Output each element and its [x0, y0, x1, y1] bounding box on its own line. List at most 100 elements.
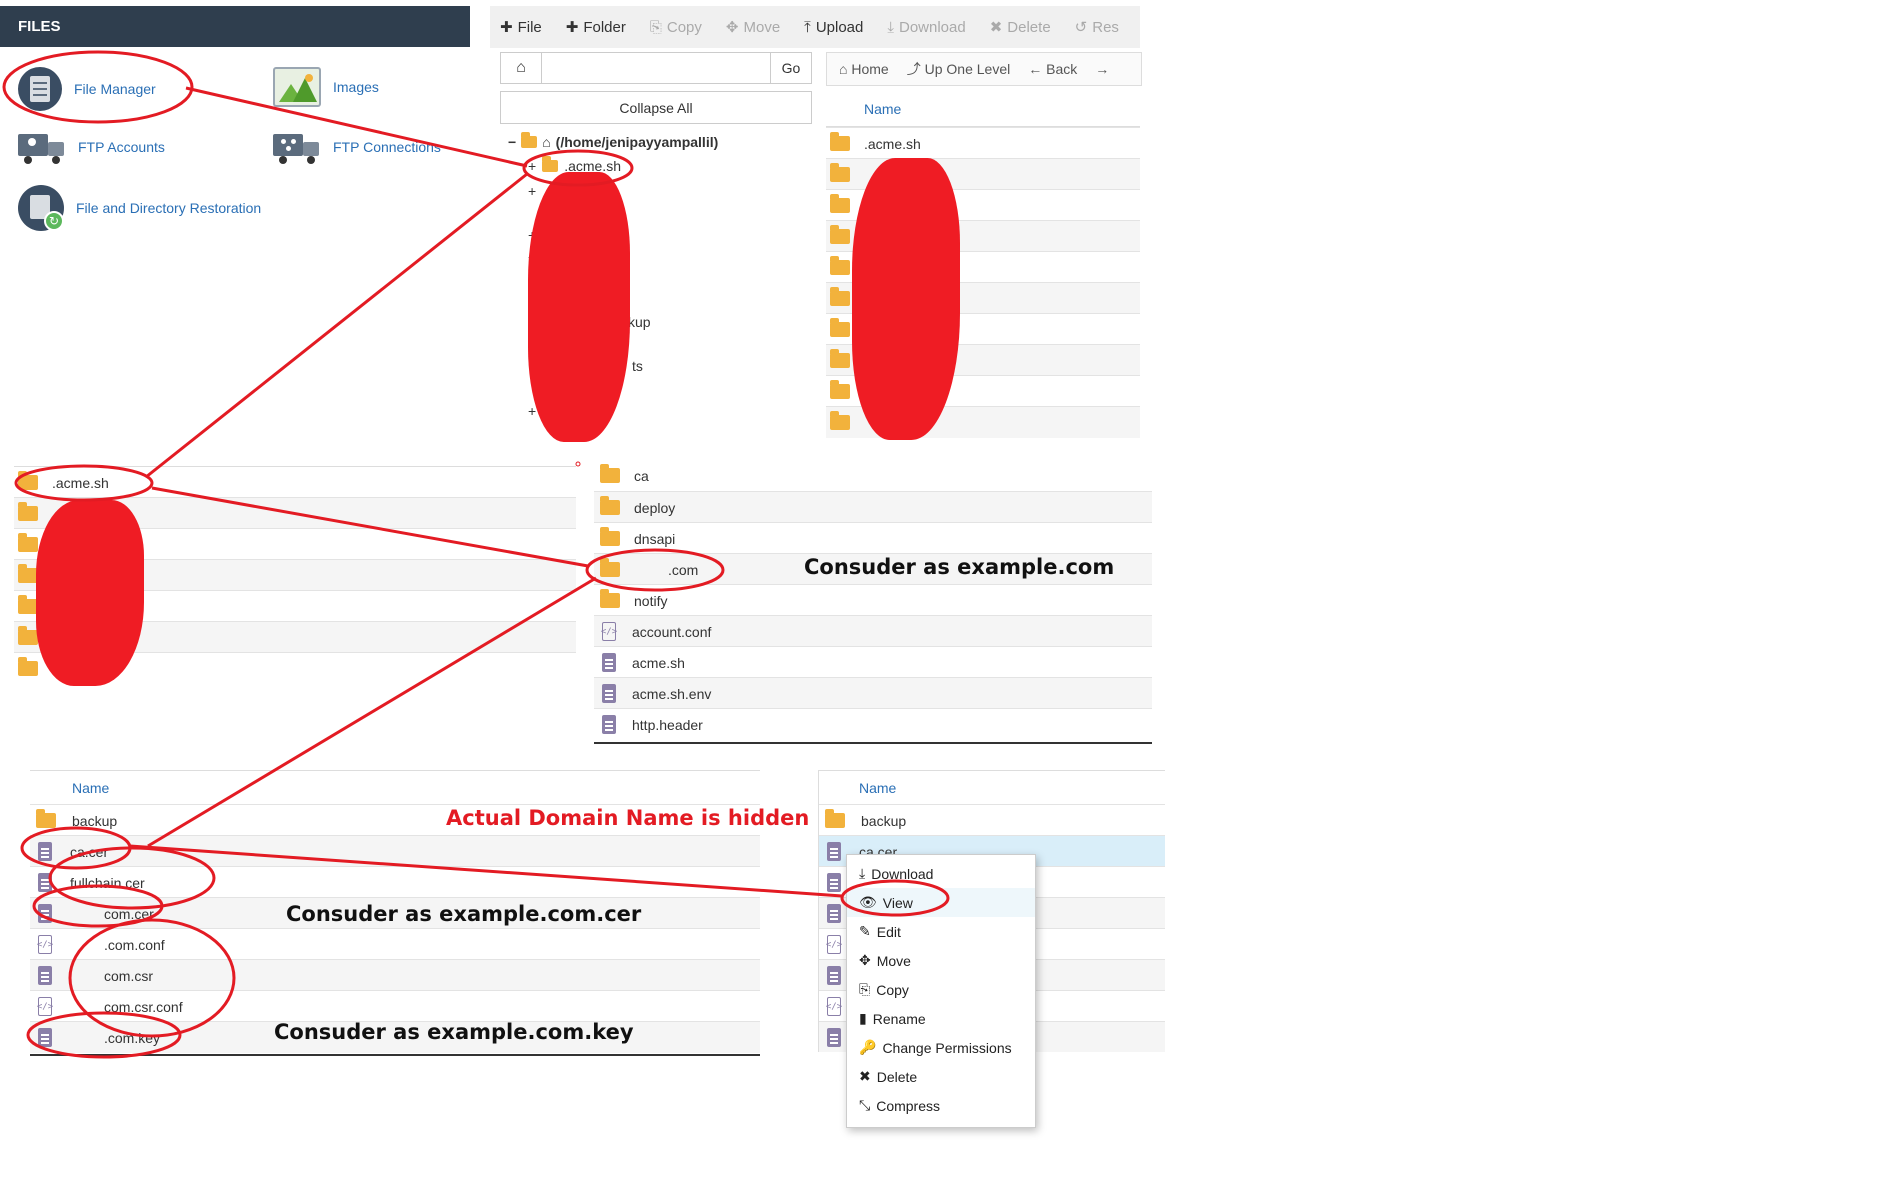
images-label: Images — [333, 79, 379, 95]
folder-icon — [18, 533, 38, 552]
code-file-icon: </> — [37, 997, 53, 1016]
navigation-bar: ⌂ Home ⤴ Up One Level ← Back → — [826, 52, 1142, 86]
copy-icon: ⎘ — [649, 18, 662, 36]
context-move[interactable]: ✥ Move — [847, 946, 1035, 975]
list-item[interactable]: notify — [594, 584, 1152, 616]
folder-icon — [18, 564, 38, 583]
list-item[interactable]: acme.sh — [594, 646, 1152, 678]
nav-home-button[interactable]: ⌂ Home — [839, 61, 889, 77]
folder-icon — [830, 318, 850, 337]
folder-icon — [36, 809, 56, 828]
new-file-button[interactable]: ✚ File — [500, 18, 542, 37]
arrow-right-icon[interactable]: → — [1095, 61, 1109, 77]
list-item[interactable]: com.csr — [30, 959, 760, 991]
column-header-name[interactable]: Name — [826, 92, 1140, 127]
tree-item-partial[interactable]: kup — [628, 314, 651, 330]
delete-icon: ✖ — [989, 19, 1003, 36]
file-icon — [38, 904, 52, 923]
delete-icon: ✖ — [859, 1068, 871, 1084]
picture-icon — [273, 67, 321, 107]
new-folder-button[interactable]: ✚ Folder — [565, 18, 626, 37]
move-button[interactable]: ✥ Move — [725, 18, 780, 37]
list-item[interactable]: acme.sh.env — [594, 677, 1152, 709]
folder-icon — [18, 595, 38, 614]
plus-icon: ✚ — [500, 19, 513, 36]
file-icon — [827, 1028, 841, 1047]
ftp-accounts-link[interactable]: FTP Accounts — [18, 130, 165, 164]
list-item[interactable]: ca.cer — [30, 835, 760, 867]
file-icon — [827, 904, 841, 923]
file-manager-link[interactable]: File Manager — [18, 67, 156, 111]
file-icon — [827, 873, 841, 892]
list-item[interactable]: backup — [819, 804, 1165, 836]
tree-home-button[interactable]: ⌂ — [500, 52, 542, 84]
list-item[interactable]: ca — [594, 460, 1152, 491]
go-button[interactable]: Go — [770, 52, 812, 84]
code-file-icon: </> — [601, 622, 617, 641]
list-item[interactable]: </> .com.conf — [30, 928, 760, 960]
context-edit[interactable]: ✎ Edit — [847, 917, 1035, 946]
annotation-example-com: Consuder as example.com — [804, 555, 1115, 579]
delete-button[interactable]: ✖ Delete — [989, 18, 1051, 37]
context-view[interactable]: 👁 View — [847, 888, 1035, 917]
list-item[interactable]: dnsapi — [594, 522, 1152, 554]
folder-icon — [600, 558, 620, 577]
list-item[interactable]: </> account.conf — [594, 615, 1152, 647]
compress-icon: ⤡ — [859, 1097, 871, 1113]
file-icon — [38, 873, 52, 892]
context-delete[interactable]: ✖ Delete — [847, 1062, 1035, 1091]
file-icon — [827, 966, 841, 985]
column-header-name[interactable]: Name — [819, 770, 1165, 805]
tree-item-partial[interactable]: ts — [632, 358, 643, 374]
redaction-mark — [528, 172, 630, 442]
restore-button[interactable]: ↺ Res — [1075, 18, 1119, 37]
download-button[interactable]: ⤓ Download — [887, 19, 965, 36]
folder-icon — [830, 163, 850, 182]
tree-root[interactable]: − ⌂ (/home/jenipayyampallil) — [508, 132, 718, 150]
folder-icon — [830, 411, 850, 430]
ftp-connections-label: FTP Connections — [333, 139, 441, 155]
context-download[interactable]: ⤓ Download — [847, 859, 1035, 888]
path-input[interactable] — [541, 52, 771, 84]
arrow-left-icon: ← — [1028, 61, 1043, 77]
file-restoration-link[interactable]: ↻ File and Directory Restoration — [18, 185, 261, 231]
context-compress[interactable]: ⤡ Compress — [847, 1091, 1035, 1120]
list-item[interactable]: fullchain.cer — [30, 866, 760, 898]
file-cabinet-icon — [18, 67, 62, 111]
list-item[interactable]: deploy — [594, 491, 1152, 523]
plus-icon: ✚ — [565, 19, 579, 36]
context-menu: ⤓ Download 👁 View ✎ Edit ✥ Move ⎘ Copy ▮ Renam… — [846, 854, 1036, 1128]
collapse-icon: − — [508, 134, 517, 150]
folder-icon — [830, 132, 850, 151]
list-item[interactable]: </> com.csr.conf — [30, 990, 760, 1022]
file-icon — [827, 842, 841, 861]
context-rename[interactable]: ▮ Rename — [847, 1004, 1035, 1033]
list-item[interactable]: .acme.sh — [14, 466, 576, 498]
key-icon: 🔑 — [859, 1039, 877, 1055]
list-item[interactable]: http.header — [594, 708, 1152, 740]
upload-button[interactable]: ⤒ Upload — [804, 19, 863, 36]
nav-back-button[interactable]: ← Back — [1028, 61, 1077, 77]
copy-button[interactable]: ⎘ Copy — [650, 19, 702, 36]
column-header-name[interactable]: Name — [30, 770, 760, 805]
file-icon — [38, 842, 52, 861]
files-section-header: FILES — [0, 6, 470, 47]
list-item[interactable]: .acme.sh — [826, 127, 1140, 159]
file-icon — [38, 1028, 52, 1047]
nav-up-button[interactable]: ⤴ Up One Level — [907, 59, 1011, 79]
ftp-truck-network-icon — [273, 130, 321, 164]
redaction-mark — [36, 500, 144, 686]
expand-icon[interactable]: + — [528, 180, 536, 202]
folder-icon — [825, 809, 845, 828]
folder-icon — [18, 657, 38, 676]
images-link[interactable]: Images — [273, 67, 379, 107]
move-icon: ✥ — [725, 19, 739, 36]
folder-icon — [600, 527, 620, 546]
ftp-connections-link[interactable]: FTP Connections — [273, 130, 441, 164]
context-change-permissions[interactable]: 🔑 Change Permissions — [847, 1033, 1035, 1062]
collapse-all-button[interactable]: Collapse All — [500, 91, 812, 124]
home-icon: ⌂ — [839, 61, 848, 77]
file-icon — [602, 653, 616, 672]
folder-icon — [830, 287, 850, 306]
context-copy[interactable]: ⎘ Copy — [847, 975, 1035, 1004]
